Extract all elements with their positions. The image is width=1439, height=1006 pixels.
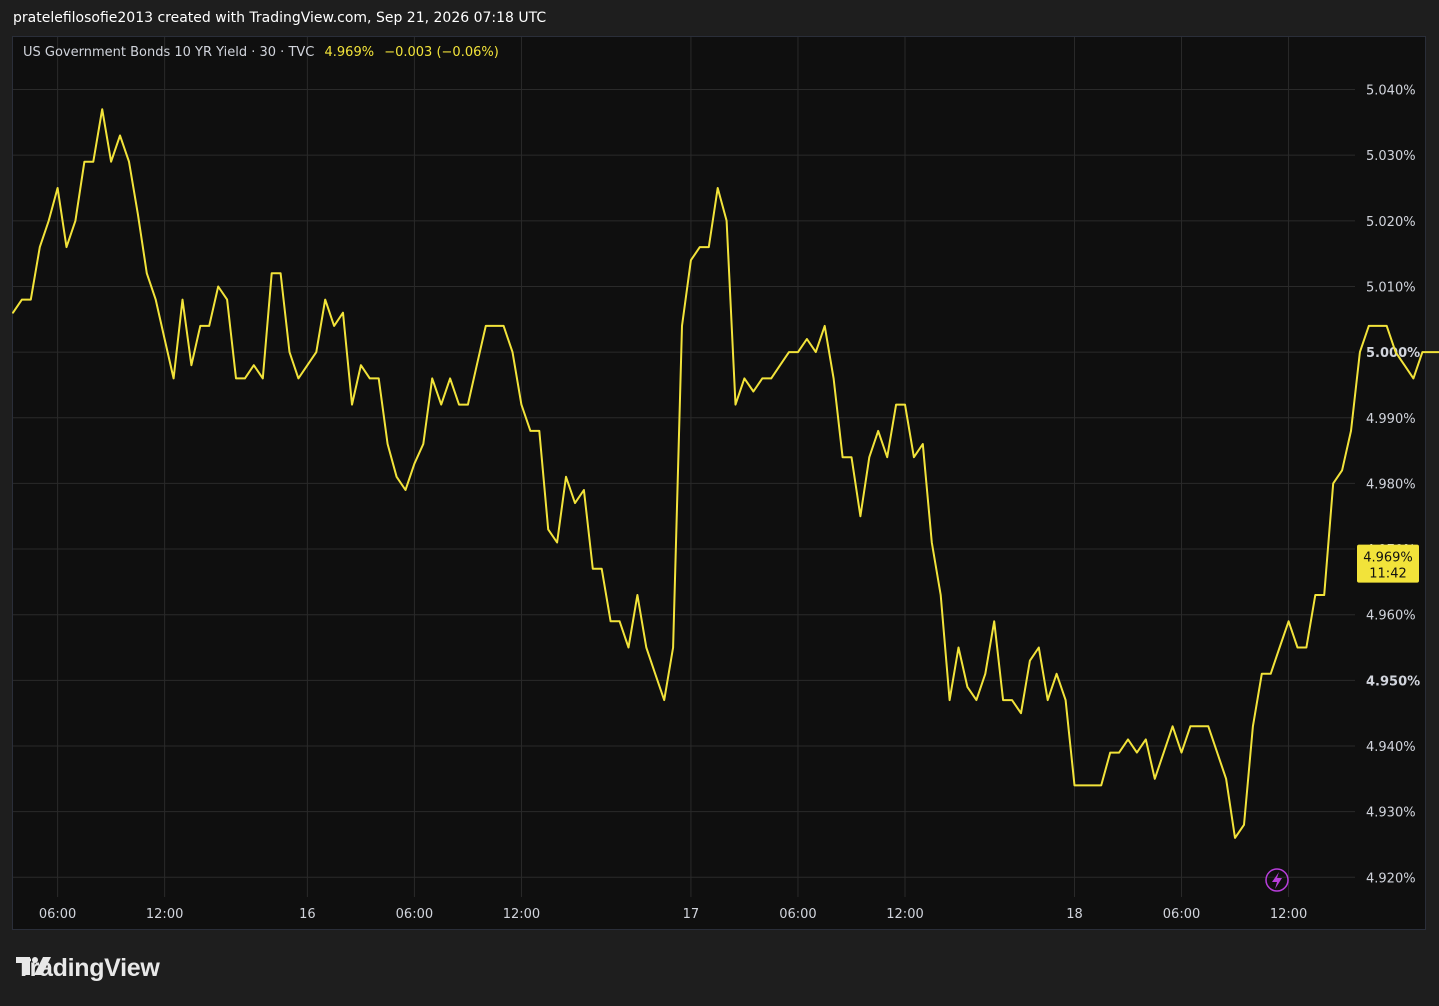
last-price-countdown: 11:42 — [1369, 567, 1406, 582]
y-tick-label: 4.950% — [1366, 674, 1420, 689]
x-tick-label: 16 — [299, 907, 316, 922]
gridlines — [13, 37, 1355, 897]
y-tick-label: 5.040% — [1366, 84, 1416, 99]
x-tick-label: 06:00 — [779, 907, 816, 922]
y-tick-label: 4.960% — [1366, 609, 1416, 624]
y-tick-label: 4.940% — [1366, 740, 1416, 755]
y-tick-label: 5.010% — [1366, 280, 1416, 295]
price-axis: 5.040% 5.030% 5.020% 5.010% 5.000% 4.990% 4.98… — [1366, 84, 1420, 887]
x-tick-label: 06:00 — [39, 907, 76, 922]
chart-legend[interactable]: US Government Bonds 10 YR Yield · 30 · T… — [23, 45, 499, 60]
legend-symbol: US Government Bonds 10 YR Yield · 30 · T… — [23, 45, 315, 60]
y-tick-label: 5.000% — [1366, 346, 1420, 361]
y-tick-label: 4.980% — [1366, 477, 1416, 492]
price-chart[interactable]: 5.040% 5.030% 5.020% 5.010% 5.000% 4.990% 4.98… — [0, 0, 1439, 1006]
tradingview-logo[interactable]: TradingView — [16, 954, 160, 983]
series-layer — [12, 108, 1439, 839]
lightning-bolt-icon[interactable] — [1265, 868, 1289, 892]
x-tick-label: 12:00 — [146, 907, 183, 922]
legend-change: −0.003 (−0.06%) — [384, 45, 499, 60]
x-tick-label: 12:00 — [886, 907, 923, 922]
last-price-value: 4.969% — [1363, 551, 1413, 566]
x-tick-label: 17 — [683, 907, 700, 922]
x-tick-label: 06:00 — [396, 907, 433, 922]
series-line — [12, 108, 1439, 839]
y-tick-label: 4.930% — [1366, 806, 1416, 821]
x-tick-label: 12:00 — [1270, 907, 1307, 922]
legend-last-value: 4.969% — [324, 45, 375, 60]
time-axis: 06:00 12:00 16 06:00 12:00 17 06:00 12:00 18 06:0… — [39, 907, 1307, 922]
last-price-badge: 4.969%11:42 — [1357, 544, 1419, 583]
y-tick-label: 5.020% — [1366, 215, 1416, 230]
y-tick-label: 4.920% — [1366, 871, 1416, 886]
lightning-glyph — [1272, 872, 1282, 889]
tradingview-logo-icon — [16, 957, 51, 975]
x-tick-label: 18 — [1066, 907, 1083, 922]
x-tick-label: 12:00 — [503, 907, 540, 922]
y-tick-label: 5.030% — [1366, 149, 1416, 164]
x-tick-label: 06:00 — [1163, 907, 1200, 922]
y-tick-label: 4.990% — [1366, 412, 1416, 427]
